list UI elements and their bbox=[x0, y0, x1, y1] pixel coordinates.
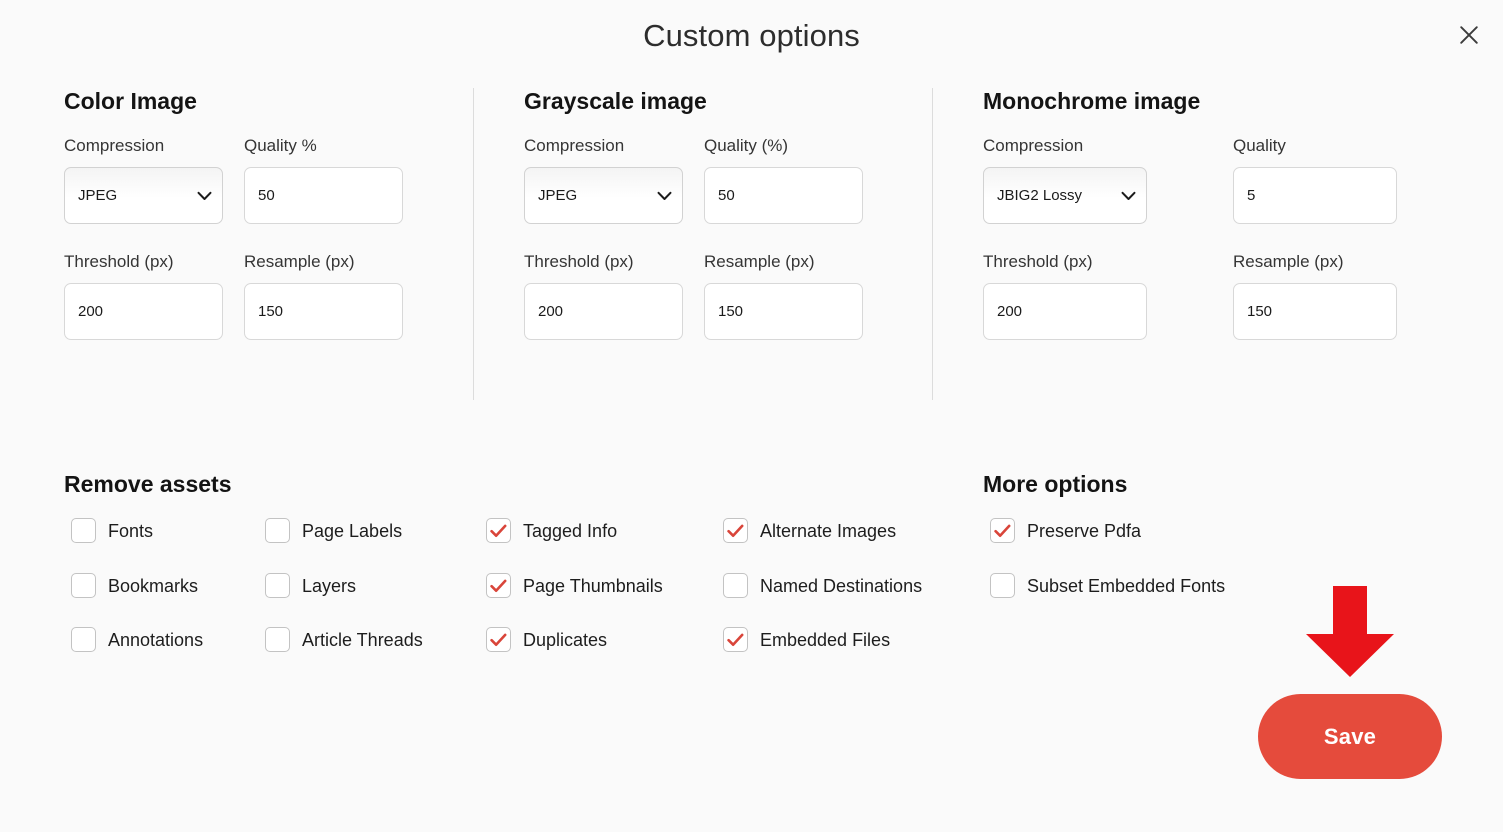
field-grayscale-threshold: Threshold (px) bbox=[524, 252, 683, 340]
field-monochrome-resample: Resample (px) bbox=[1233, 252, 1397, 340]
section-monochrome-image: Monochrome image Compression JBIG2 Lossy… bbox=[983, 88, 1403, 340]
checkbox-label: Fonts bbox=[108, 520, 154, 541]
input-monochrome-quality[interactable] bbox=[1233, 167, 1397, 224]
label-monochrome-compression: Compression bbox=[983, 136, 1084, 155]
input-grayscale-resample[interactable] bbox=[704, 283, 863, 340]
field-monochrome-quality: Quality bbox=[1233, 136, 1397, 224]
field-color-threshold: Threshold (px) bbox=[64, 252, 223, 340]
checkbox-unchecked-icon[interactable] bbox=[723, 573, 748, 598]
checkbox-label: Page Labels bbox=[302, 520, 403, 541]
label-color-resample: Resample (px) bbox=[244, 252, 355, 271]
label-color-threshold: Threshold (px) bbox=[64, 252, 174, 271]
field-color-quality: Quality % bbox=[244, 136, 403, 224]
section-color-image: Color Image Compression JPEG Quality % 5… bbox=[64, 88, 464, 340]
input-grayscale-threshold[interactable] bbox=[524, 283, 683, 340]
checkbox-label: Bookmarks bbox=[108, 575, 199, 596]
label-grayscale-quality: Quality (%) bbox=[704, 136, 789, 155]
checkbox-label: Preserve Pdfa bbox=[1027, 520, 1142, 541]
checkbox-unchecked-icon[interactable] bbox=[265, 518, 290, 543]
input-grayscale-quality[interactable] bbox=[704, 167, 863, 224]
checkbox-unchecked-icon[interactable] bbox=[990, 573, 1015, 598]
checkbox-unchecked-icon[interactable] bbox=[265, 573, 290, 598]
checkbox-label: Duplicates bbox=[523, 629, 608, 650]
label-color-quality: Quality % bbox=[244, 136, 317, 155]
checkbox-unchecked-icon[interactable] bbox=[71, 627, 96, 652]
field-monochrome-compression: Compression JBIG2 Lossy bbox=[983, 136, 1147, 224]
field-color-resample: Resample (px) bbox=[244, 252, 403, 340]
input-color-resample[interactable] bbox=[244, 283, 403, 340]
label-monochrome-resample: Resample (px) bbox=[1233, 252, 1344, 271]
checkbox-label: Tagged Info bbox=[523, 520, 618, 541]
page-title: Custom options bbox=[643, 18, 860, 53]
checkbox-label: Layers bbox=[302, 575, 357, 596]
section-heading-more-options: More options bbox=[983, 471, 1128, 498]
label-grayscale-threshold: Threshold (px) bbox=[524, 252, 634, 271]
label-monochrome-quality: Quality bbox=[1233, 136, 1286, 155]
checkbox-fonts[interactable]: Fonts bbox=[71, 518, 153, 543]
label-grayscale-resample: Resample (px) bbox=[704, 252, 815, 271]
input-monochrome-resample[interactable] bbox=[1233, 283, 1397, 340]
checkbox-label: Page Thumbnails bbox=[523, 575, 663, 596]
field-grayscale-quality: Quality (%) bbox=[704, 136, 863, 224]
close-button[interactable] bbox=[1453, 19, 1485, 51]
checkbox-unchecked-icon[interactable] bbox=[71, 573, 96, 598]
checkbox-checked-icon[interactable] bbox=[723, 518, 748, 543]
column-divider-1 bbox=[473, 88, 474, 400]
checkbox-label: Alternate Images bbox=[760, 520, 897, 541]
checkbox-checked-icon[interactable] bbox=[723, 627, 748, 652]
checkbox-annotations[interactable]: Annotations bbox=[71, 627, 203, 652]
checkbox-checked-icon[interactable] bbox=[486, 627, 511, 652]
checkbox-named-destinations[interactable]: Named Destinations bbox=[723, 573, 922, 598]
section-heading-remove-assets: Remove assets bbox=[64, 471, 232, 498]
label-color-compression: Compression bbox=[64, 136, 165, 155]
checkbox-checked-icon[interactable] bbox=[486, 518, 511, 543]
checkbox-label: Embedded Files bbox=[760, 629, 891, 650]
column-divider-2 bbox=[932, 88, 933, 400]
checkbox-page-labels[interactable]: Page Labels bbox=[265, 518, 402, 543]
select-grayscale-compression[interactable]: JPEG bbox=[524, 167, 683, 224]
field-grayscale-resample: Resample (px) bbox=[704, 252, 863, 340]
checkbox-bookmarks[interactable]: Bookmarks bbox=[71, 573, 198, 598]
checkbox-checked-icon[interactable] bbox=[486, 573, 511, 598]
select-color-compression[interactable]: JPEG bbox=[64, 167, 223, 224]
field-grayscale-compression: Compression JPEG bbox=[524, 136, 683, 224]
checkbox-label: Subset Embedded Fonts bbox=[1027, 575, 1226, 596]
checkbox-preserve-pdfa[interactable]: Preserve Pdfa bbox=[990, 518, 1141, 543]
input-monochrome-threshold[interactable] bbox=[983, 283, 1147, 340]
checkbox-tagged-info[interactable]: Tagged Info bbox=[486, 518, 617, 543]
checkbox-unchecked-icon[interactable] bbox=[265, 627, 290, 652]
checkbox-alternate-images[interactable]: Alternate Images bbox=[723, 518, 896, 543]
field-monochrome-threshold: Threshold (px) bbox=[983, 252, 1147, 340]
field-color-compression: Compression JPEG bbox=[64, 136, 223, 224]
custom-options-dialog: Custom options Color Image Compression J… bbox=[0, 0, 1503, 832]
arrow-down-icon bbox=[1305, 586, 1395, 677]
checkbox-label: Article Threads bbox=[302, 629, 423, 650]
section-heading-monochrome-image: Monochrome image bbox=[983, 88, 1201, 114]
checkbox-embedded-files[interactable]: Embedded Files bbox=[723, 627, 890, 652]
checkbox-label: Named Destinations bbox=[760, 575, 923, 596]
checkbox-subset-embedded-fonts[interactable]: Subset Embedded Fonts bbox=[990, 573, 1225, 598]
section-grayscale-image: Grayscale image Compression JPEG Quality… bbox=[524, 88, 924, 340]
checkbox-unchecked-icon[interactable] bbox=[71, 518, 96, 543]
label-monochrome-threshold: Threshold (px) bbox=[983, 252, 1093, 271]
select-monochrome-compression[interactable]: JBIG2 Lossy bbox=[983, 167, 1147, 224]
section-heading-grayscale-image: Grayscale image bbox=[524, 88, 707, 114]
checkbox-page-thumbnails[interactable]: Page Thumbnails bbox=[486, 573, 663, 598]
section-heading-color-image: Color Image bbox=[64, 88, 197, 114]
checkbox-label: Annotations bbox=[108, 629, 204, 650]
save-button[interactable]: Save bbox=[1258, 694, 1442, 779]
checkbox-checked-icon[interactable] bbox=[990, 518, 1015, 543]
checkbox-duplicates[interactable]: Duplicates bbox=[486, 627, 607, 652]
input-color-quality[interactable] bbox=[244, 167, 403, 224]
checkbox-layers[interactable]: Layers bbox=[265, 573, 356, 598]
checkbox-article-threads[interactable]: Article Threads bbox=[265, 627, 423, 652]
close-icon bbox=[1458, 24, 1480, 46]
input-color-threshold[interactable] bbox=[64, 283, 223, 340]
label-grayscale-compression: Compression bbox=[524, 136, 625, 155]
